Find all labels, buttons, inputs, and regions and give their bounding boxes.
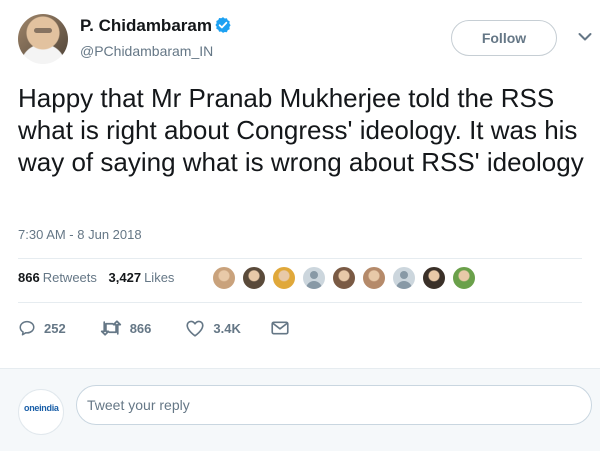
like-button[interactable]: 3.4K — [185, 319, 241, 337]
liker-avatar[interactable] — [422, 266, 446, 290]
user-avatar: oneindia — [18, 389, 64, 435]
reply-icon — [19, 320, 35, 336]
divider — [18, 258, 582, 259]
like-stat[interactable]: 3,427 Likes — [109, 270, 175, 285]
chevron-down-icon[interactable] — [578, 32, 592, 42]
author-display-name[interactable]: P. Chidambaram — [80, 16, 212, 36]
engagement-stats: 866 Retweets 3,427 Likes — [18, 270, 174, 285]
reply-input[interactable]: Tweet your reply — [76, 385, 592, 425]
retweet-count: 866 — [129, 320, 152, 336]
liker-avatar[interactable] — [212, 266, 236, 290]
liker-avatar[interactable] — [242, 266, 266, 290]
envelope-icon — [271, 321, 289, 335]
tweet-timestamp[interactable]: 7:30 AM - 8 Jun 2018 — [18, 227, 142, 242]
like-count: 3.4K — [213, 320, 241, 336]
reply-count: 252 — [44, 320, 66, 336]
likes-label: Likes — [144, 270, 175, 285]
liker-avatar[interactable] — [272, 266, 296, 290]
likes-count: 3,427 — [108, 270, 142, 285]
reply-button[interactable]: 252 — [18, 319, 66, 337]
logo-text: oneindia — [24, 403, 59, 413]
liker-avatar[interactable] — [392, 266, 416, 290]
verified-badge-icon — [215, 17, 231, 33]
retweet-icon — [100, 320, 121, 336]
tweet-text: Happy that Mr Pranab Mukherjee told the … — [18, 83, 584, 177]
tweet-actions: 252 866 3.4K — [18, 318, 289, 338]
retweet-button[interactable]: 866 — [100, 319, 152, 337]
follow-button[interactable]: Follow — [451, 20, 557, 56]
retweets-label: Retweets — [42, 270, 97, 285]
tweet-card: P. Chidambaram @PChidambaram_IN Follow H… — [0, 0, 600, 368]
liker-avatar[interactable] — [452, 266, 476, 290]
divider — [18, 302, 582, 303]
liker-avatar[interactable] — [332, 266, 356, 290]
liker-avatar[interactable] — [302, 266, 326, 290]
author-avatar[interactable] — [18, 14, 68, 64]
author-handle[interactable]: @PChidambaram_IN — [80, 43, 213, 59]
retweet-stat[interactable]: 866 Retweets — [18, 270, 97, 285]
liker-avatar[interactable] — [362, 266, 386, 290]
direct-message-button[interactable] — [271, 320, 289, 336]
heart-icon — [186, 320, 204, 337]
retweets-count: 866 — [18, 270, 40, 285]
liker-avatars — [212, 266, 482, 294]
